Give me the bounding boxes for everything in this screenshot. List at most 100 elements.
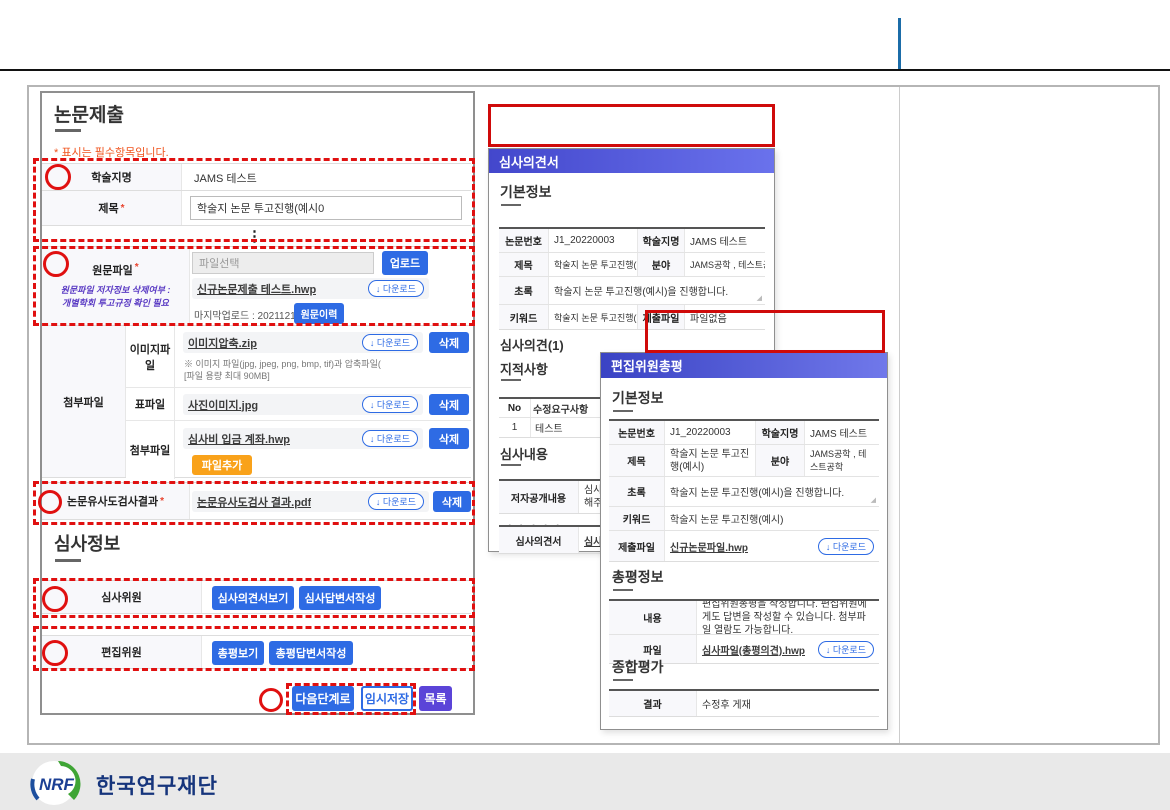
cell-label: 내용 <box>609 601 697 634</box>
cell-label: 논문번호 <box>499 229 549 252</box>
similarity-file-link[interactable]: 논문유사도검사 결과.pdf <box>197 494 311 510</box>
nrf-logo-icon: NRF <box>28 759 94 807</box>
cell-value: 학술지 논문 투고진행(예시) <box>665 445 755 476</box>
original-file-link[interactable]: 신규논문제출 테스트.hwp <box>197 281 316 297</box>
cell-value: JAMS 테스트 <box>805 421 879 444</box>
table-file-label: 표파일 <box>126 388 175 420</box>
cell-value: J1_20220003 <box>549 229 637 252</box>
svg-text:NRF: NRF <box>39 775 75 794</box>
annotation-red-box-1 <box>488 104 775 147</box>
cell-label: 키워드 <box>609 507 665 530</box>
table-row: 논문번호 J1_20220003 학술지명 JAMS 테스트 <box>609 421 879 445</box>
download-pill-button[interactable]: ↓ 다운로드 <box>818 538 874 555</box>
points-title: 지적사항 <box>500 359 548 378</box>
basic-info-table: 논문번호 J1_20220003 학술지명 JAMS 테스트 제목 학술지 논문… <box>609 419 879 562</box>
upload-button[interactable]: 업로드 <box>382 251 428 275</box>
cell-value: JAMS공학 , 테스트공학 <box>685 253 765 276</box>
delete-button[interactable]: 삭제 <box>429 332 469 353</box>
download-pill-button[interactable]: ↓ 다운로드 <box>818 641 874 658</box>
file-select-input[interactable]: 파일선택 <box>192 252 374 274</box>
download-pill-button[interactable]: ↓ 다운로드 <box>368 280 424 297</box>
section-underline <box>501 379 521 381</box>
download-pill-button[interactable]: ↓ 다운로드 <box>362 396 418 413</box>
download-pill-button[interactable]: ↓ 다운로드 <box>368 493 424 510</box>
image-file-link[interactable]: 이미지압축.zip <box>188 335 257 351</box>
table-row: 논문번호 J1_20220003 학술지명 JAMS 테스트 <box>499 229 765 253</box>
cell-label: 학술지명 <box>755 421 805 444</box>
footer-bar: NRF 한국연구재단 <box>0 753 1170 810</box>
editor-summary-panel: 편집위원총평 기본정보 논문번호 J1_20220003 학술지명 JAMS 테… <box>600 352 888 730</box>
resize-handle-icon[interactable]: ◢ <box>871 496 876 504</box>
view-summary-button[interactable]: 총평보기 <box>212 641 264 665</box>
collapsed-rows-band: ⋮ <box>42 225 471 246</box>
section-underline <box>613 679 633 681</box>
delete-button[interactable]: 삭제 <box>429 428 469 449</box>
delete-button[interactable]: 삭제 <box>433 491 471 512</box>
journal-value: JAMS 테스트 <box>194 164 257 191</box>
similarity-row: 논문유사도검사결과* 논문유사도검사 결과.pdf ↓ 다운로드 삭제 <box>42 482 471 520</box>
review-title-underline <box>55 559 81 562</box>
download-pill-button[interactable]: ↓ 다운로드 <box>362 334 418 351</box>
editor-row: 편집위원 총평보기 총평답변서작성 <box>42 635 471 669</box>
submitted-file-link[interactable]: 신규논문파일.hwp <box>670 539 748 554</box>
opinion-count-title: 심사의견(1) <box>500 335 564 354</box>
annotation-red-box-2 <box>645 310 885 353</box>
title-input[interactable]: 학술지 논문 투고진행(예시0 <box>190 196 462 220</box>
column-header: No <box>499 399 531 417</box>
overall-eval-table: 결과 수정후 게재 <box>609 689 879 717</box>
cell-value: 학술지 논문 투고진행(예시) <box>549 253 637 276</box>
delete-button[interactable]: 삭제 <box>429 394 469 415</box>
cell-value: 1 <box>499 418 531 437</box>
column-marker-line <box>898 18 901 69</box>
etc-file-link[interactable]: 심사비 입금 계좌.hwp <box>188 431 290 447</box>
overall-eval-title: 종합평가 <box>612 657 664 677</box>
required-star: * <box>160 496 164 507</box>
cell-value: 수정후 게재 <box>697 691 879 716</box>
section-underline <box>501 464 521 466</box>
etc-file-subrow: 첨부파일 심사비 입금 계좌.hwp ↓ 다운로드 삭제 파일추가 <box>126 421 471 479</box>
list-button[interactable]: 목록 <box>419 686 452 711</box>
cell-label: 결과 <box>609 691 697 716</box>
summary-info-table: 내용 편집위원총평을 작성합니다. 편집위원에게도 답변을 작성할 수 있습니다… <box>609 599 879 664</box>
cell-value: 편집위원총평을 작성합니다. 편집위원에게도 답변을 작성할 수 있습니다. 첨… <box>697 601 879 634</box>
original-history-button[interactable]: 원문이력 <box>294 303 344 324</box>
table-row: 초록 학술지 논문 투고진행(예시)을 진행합니다. ◢ <box>499 277 765 305</box>
temp-save-button[interactable]: 임시저장 <box>361 686 413 711</box>
original-file-label-cell: 원문파일* 원문파일 저자정보 삭제여부 : 개별학회 투고규정 확인 필요 <box>42 247 190 325</box>
cell-label: 분야 <box>755 445 805 476</box>
original-file-row: 원문파일* 원문파일 저자정보 삭제여부 : 개별학회 투고규정 확인 필요 파… <box>42 246 471 325</box>
original-file-note: 원문파일 저자정보 삭제여부 : 개별학회 투고규정 확인 필요 <box>61 284 171 310</box>
download-pill-button[interactable]: ↓ 다운로드 <box>362 430 418 447</box>
basic-info-title: 기본정보 <box>612 388 664 408</box>
cell-label: 분야 <box>637 253 685 276</box>
view-review-opinion-button[interactable]: 심사의견서보기 <box>212 586 294 610</box>
top-divider-line <box>0 69 1170 71</box>
table-file-link[interactable]: 사진이미지.jpg <box>188 397 258 413</box>
cell-value: 학술지 논문 투고진행(예시) <box>549 305 637 329</box>
summary-file-link[interactable]: 심사파일(총평의견).hwp <box>702 642 805 657</box>
table-row: 제출파일 신규논문파일.hwp ↓ 다운로드 <box>609 531 879 561</box>
cell-label: 학술지명 <box>637 229 685 252</box>
table-row: 초록 학술지 논문 투고진행(예시)을 진행합니다. ◢ <box>609 477 879 507</box>
page-title: 논문제출 <box>54 100 124 127</box>
editor-label: 편집위원 <box>42 636 202 668</box>
resize-handle-icon[interactable]: ◢ <box>757 294 762 302</box>
review-info-title: 심사정보 <box>54 530 120 556</box>
cell-value: JAMS 테스트 <box>685 229 765 252</box>
next-step-button[interactable]: 다음단계로 <box>292 686 354 711</box>
write-summary-reply-button[interactable]: 총평답변서작성 <box>269 641 353 665</box>
title-underline <box>55 129 81 132</box>
cell-label: 심사의견서 <box>499 527 579 553</box>
image-file-chip: 이미지압축.zip ↓ 다운로드 <box>183 332 423 353</box>
cell-value: JAMS공학 , 테스트공학 <box>805 445 879 476</box>
cell-label: 제출파일 <box>609 531 665 561</box>
table-row: 제목 학술지 논문 투고진행(예시) 분야 JAMS공학 , 테스트공학 <box>499 253 765 277</box>
original-file-label: 원문파일* <box>92 262 138 278</box>
similarity-file-chip: 논문유사도검사 결과.pdf ↓ 다운로드 <box>192 491 429 512</box>
etc-file-chip: 심사비 입금 계좌.hwp ↓ 다운로드 <box>183 428 423 449</box>
add-file-button[interactable]: 파일추가 <box>192 455 252 475</box>
section-underline <box>613 589 633 591</box>
write-review-reply-button[interactable]: 심사답변서작성 <box>299 586 381 610</box>
required-star: * <box>135 262 139 273</box>
cell-label: 제목 <box>609 445 665 476</box>
